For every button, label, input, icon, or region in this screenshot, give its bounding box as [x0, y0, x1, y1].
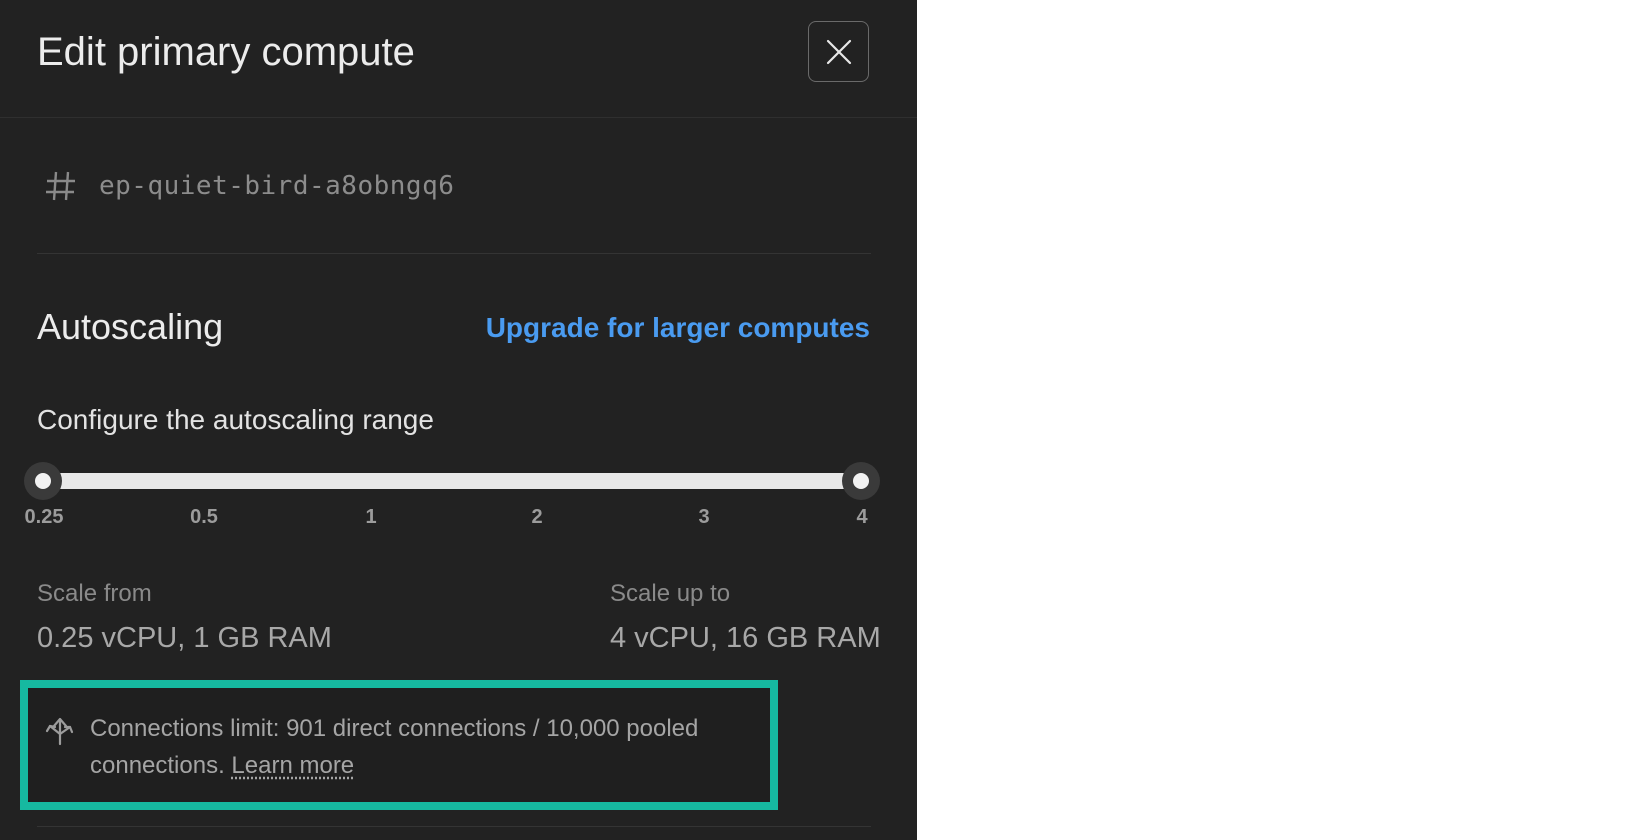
connections-limit-notice: Connections limit: 901 direct connection… [20, 680, 778, 810]
connections-limit-message: Connections limit: 901 direct connection… [90, 715, 699, 779]
hash-icon [46, 171, 75, 201]
section-divider [37, 826, 871, 827]
section-divider [37, 253, 871, 254]
upgrade-link[interactable]: Upgrade for larger computes [486, 310, 870, 346]
slider-min-handle[interactable] [24, 462, 62, 500]
slider-tick: 1 [365, 506, 377, 528]
slider-tick: 0.5 [190, 506, 218, 528]
scale-up-value: 4 vCPU, 16 GB RAM [610, 622, 881, 654]
panel-header: Edit primary compute [0, 0, 917, 118]
slider-tick: 4 [856, 506, 868, 528]
scale-from-value: 0.25 vCPU, 1 GB RAM [37, 622, 332, 654]
scale-up-label: Scale up to [610, 580, 731, 607]
page-title: Edit primary compute [37, 30, 415, 74]
slider-tick: 0.25 [24, 506, 64, 528]
close-button[interactable] [808, 21, 869, 82]
slider-max-handle-dot [853, 473, 869, 489]
autoscaling-slider-track[interactable] [43, 473, 861, 489]
learn-more-link[interactable]: Learn more [231, 752, 354, 779]
endpoint-row: ep-quiet-bird-a8obngq6 [37, 164, 871, 208]
slider-min-handle-dot [35, 473, 51, 489]
endpoint-id: ep-quiet-bird-a8obngq6 [99, 171, 455, 201]
scale-from-label: Scale from [37, 580, 152, 607]
edit-compute-panel: Edit primary compute ep-quiet-bird-a8obn… [0, 0, 917, 840]
slider-tick: 2 [531, 506, 543, 528]
autoscaling-range-label: Configure the autoscaling range [37, 404, 434, 435]
autoscaling-heading: Autoscaling [37, 306, 224, 347]
slider-max-handle[interactable] [842, 462, 880, 500]
close-icon [826, 39, 851, 64]
slider-tick: 3 [698, 506, 710, 528]
connections-icon [45, 717, 74, 746]
connections-limit-text: Connections limit: 901 direct connection… [90, 710, 750, 784]
